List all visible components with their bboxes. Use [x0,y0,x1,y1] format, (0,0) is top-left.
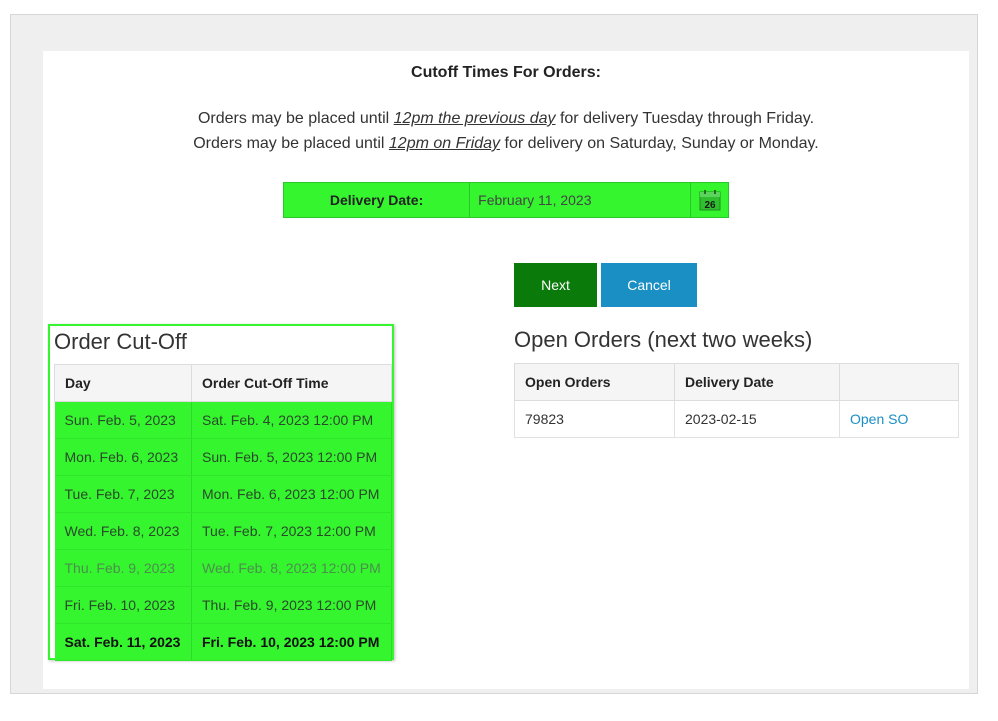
page-title: Cutoff Times For Orders: [411,64,601,81]
cutoff-time-cell: Thu. Feb. 9, 2023 12:00 PM [191,586,392,624]
cutoff-time-cell: Mon. Feb. 6, 2023 12:00 PM [191,475,392,513]
order-cutoff-table: Day Order Cut-Off Time Sun. Feb. 5, 2023… [54,364,392,661]
cutoff-time-cell: Sun. Feb. 5, 2023 12:00 PM [191,438,392,476]
day-cell: Thu. Feb. 9, 2023 [54,549,192,587]
calendar-button[interactable]: 26 [690,183,728,217]
rule-text: for delivery Tuesday through Friday. [555,110,815,127]
column-header-day: Day [54,364,192,402]
delivery-date-row: Delivery Date: 26 [283,182,729,218]
next-button[interactable]: Next [514,263,597,307]
main-panel: Cutoff Times For Orders: Orders may be p… [43,51,969,689]
day-cell: Wed. Feb. 8, 2023 [54,512,192,550]
order-cutoff-title: Order Cut-Off [54,329,187,354]
cutoff-time-cell: Sat. Feb. 4, 2023 12:00 PM [191,401,392,439]
delivery-date-input[interactable] [470,183,691,217]
column-header-cutoff-time: Order Cut-Off Time [191,364,392,402]
table-row: Fri. Feb. 10, 2023 Thu. Feb. 9, 2023 12:… [54,586,392,624]
day-cell: Sun. Feb. 5, 2023 [54,401,192,439]
open-orders-title: Open Orders (next two weeks) [514,327,813,352]
cutoff-rule-weekday: Orders may be placed until 12pm the prev… [43,110,969,128]
cutoff-time-cell: Fri. Feb. 10, 2023 12:00 PM [191,623,392,661]
calendar-icon: 26 [699,190,721,211]
day-cell: Mon. Feb. 6, 2023 [54,438,192,476]
day-cell: Tue. Feb. 7, 2023 [54,475,192,513]
page-frame: Cutoff Times For Orders: Orders may be p… [10,14,978,694]
rule-text: Orders may be placed until [197,110,394,127]
order-cutoff-section: Order Cut-Off Day Order Cut-Off Time Sun… [48,324,394,661]
open-so-link[interactable]: Open SO [850,411,908,427]
table-row: Thu. Feb. 9, 2023 Wed. Feb. 8, 2023 12:0… [54,549,392,587]
cutoff-time-cell: Wed. Feb. 8, 2023 12:00 PM [191,549,392,587]
table-row: 79823 2023-02-15 Open SO [514,400,959,438]
rule-text: for delivery on Saturday, Sunday or Mond… [500,135,819,152]
day-cell: Fri. Feb. 10, 2023 [54,586,192,624]
rule-highlight: 12pm on Friday [388,135,501,152]
column-header-delivery-date: Delivery Date [674,363,840,401]
cancel-button[interactable]: Cancel [601,263,697,307]
table-header-row: Open Orders Delivery Date [514,363,959,401]
cutoff-time-cell: Tue. Feb. 7, 2023 12:00 PM [191,512,392,550]
table-row: Tue. Feb. 7, 2023 Mon. Feb. 6, 2023 12:0… [54,475,392,513]
cutoff-rule-weekend: Orders may be placed until 12pm on Frida… [43,135,969,153]
table-row: Sun. Feb. 5, 2023 Sat. Feb. 4, 2023 12:0… [54,401,392,439]
column-header-actions [839,363,959,401]
action-cell: Open SO [839,400,959,438]
delivery-date-label: Delivery Date: [284,183,471,217]
table-row: Wed. Feb. 8, 2023 Tue. Feb. 7, 2023 12:0… [54,512,392,550]
order-number-cell: 79823 [514,400,675,438]
rule-text: Orders may be placed until [193,135,389,152]
table-header-row: Day Order Cut-Off Time [54,364,392,402]
delivery-date-cell: 2023-02-15 [674,400,840,438]
calendar-day: 26 [704,200,716,211]
table-row-selected: Sat. Feb. 11, 2023 Fri. Feb. 10, 2023 12… [54,623,392,661]
column-header-open-orders: Open Orders [514,363,675,401]
open-orders-table: Open Orders Delivery Date 79823 2023-02-… [514,363,959,438]
day-cell: Sat. Feb. 11, 2023 [54,623,192,661]
table-row: Mon. Feb. 6, 2023 Sun. Feb. 5, 2023 12:0… [54,438,392,476]
rule-highlight: 12pm the previous day [393,110,556,127]
